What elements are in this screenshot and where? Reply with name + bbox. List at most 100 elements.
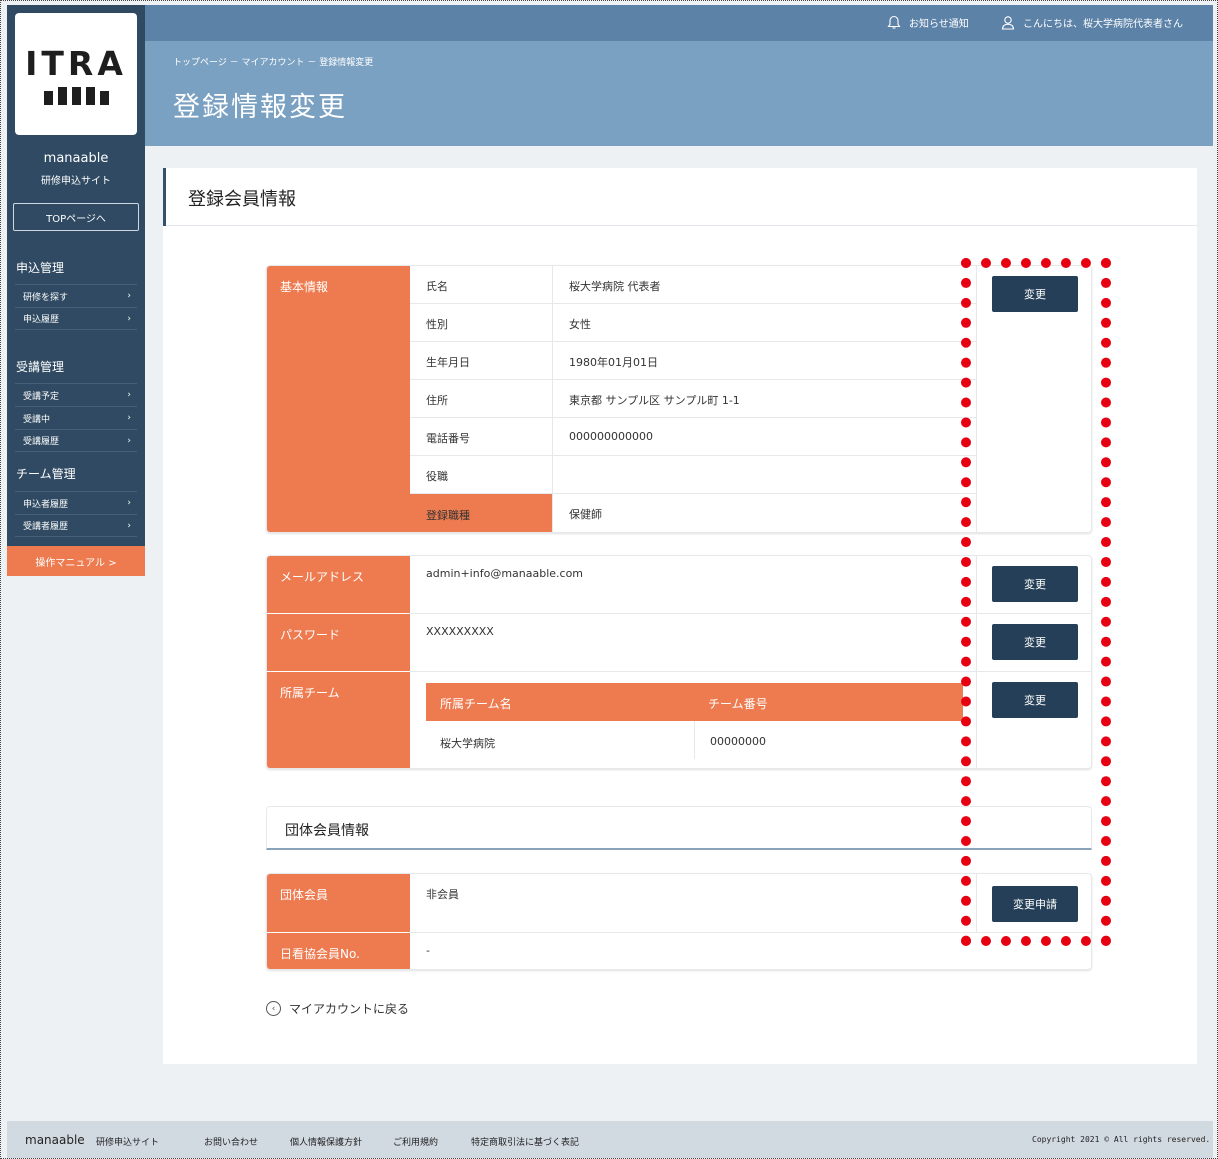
row-divider (410, 932, 1091, 933)
breadcrumb[interactable]: トップページ － マイアカウント － 登録情報変更 (173, 55, 373, 68)
top-bar: お知らせ通知 こんにちは、桜大学病院代表者さん (145, 5, 1213, 41)
info-row-gender: 性別 女性 (410, 304, 976, 342)
nav-section-team: チーム管理 (16, 467, 76, 481)
row-key: 氏名 (426, 280, 448, 293)
column-divider (976, 556, 977, 768)
change-request-button[interactable]: 変更申請 (992, 886, 1078, 922)
card-title: 登録会員情報 (188, 189, 296, 210)
user-icon (1001, 16, 1015, 30)
chevron-right-icon: › (127, 291, 131, 301)
basic-info-block: 基本情報 氏名 桜大学病院 代表者 性別 女性 生年月日 1980年01月01日 住所… (266, 265, 1092, 533)
manual-button[interactable]: 操作マニュアル > (7, 546, 145, 576)
team-number-cell: 00000000 (710, 735, 766, 748)
row-value: 1980年01月01日 (569, 356, 658, 369)
row-value: 女性 (569, 318, 591, 331)
chevron-right-icon: › (127, 313, 131, 324)
sidebar-item-label: 申込履歴 (23, 315, 60, 325)
page-header: トップページ － マイアカウント － 登録情報変更 登録情報変更 (145, 41, 1213, 146)
sidebar-item-in-progress[interactable]: 受講中 › (15, 406, 137, 429)
notification-label: お知らせ通知 (909, 19, 969, 30)
row-key: 住所 (426, 394, 448, 407)
group-info-header: 団体会員情報 (266, 806, 1092, 850)
chevron-right-icon: › (127, 413, 131, 423)
info-row-position: 役職 (410, 456, 976, 494)
sidebar-item-label: 受講履歴 (23, 437, 60, 447)
site-name: manaable (43, 151, 109, 166)
row-divider (410, 613, 1091, 614)
sidebar: ITRA manaable 研修申込サイト TOPページへ 申込管理 研修を探す… (7, 5, 145, 576)
account-info-block: メールアドレス パスワード 所属チーム admin+info@manaable.… (266, 555, 1092, 769)
row-key: 登録職種 (426, 509, 470, 522)
sidebar-item-application-history[interactable]: 申込履歴 › (15, 307, 137, 330)
main-card: 登録会員情報 基本情報 氏名 桜大学病院 代表者 性別 女性 生年月日 1980年01… (163, 168, 1197, 1064)
team-table-header-number: チーム番号 (694, 683, 963, 721)
card-header: 登録会員情報 (163, 168, 1197, 226)
footer-brand: manaable (25, 1133, 85, 1147)
sidebar-item-attendance-history[interactable]: 受講履歴 › (15, 429, 137, 452)
bell-icon (887, 15, 901, 29)
site-subtitle: 研修申込サイト (41, 176, 111, 187)
edit-team-button[interactable]: 変更 (992, 682, 1078, 718)
column-divider (976, 266, 977, 532)
title-accent-bar (163, 168, 166, 226)
edit-email-button[interactable]: 変更 (992, 566, 1078, 602)
row-key: 生年月日 (426, 356, 470, 369)
column-divider (976, 874, 977, 932)
info-row-birthdate: 生年月日 1980年01月01日 (410, 342, 976, 380)
row-divider (410, 671, 1091, 672)
nursing-member-label: 日看協会員No. (267, 933, 410, 969)
row-key: 性別 (426, 318, 448, 331)
row-value: 東京都 サンプル区 サンプル町 1-1 (569, 394, 740, 407)
sidebar-item-label: 申込者履歴 (23, 499, 69, 510)
logo-text: ITRA (25, 43, 127, 83)
user-greeting[interactable]: こんにちは、桜大学病院代表者さん (1001, 15, 1183, 30)
info-row-name: 氏名 桜大学病院 代表者 (410, 266, 976, 304)
group-member-value: 非会員 (426, 888, 459, 901)
notification-link[interactable]: お知らせ通知 (887, 15, 969, 30)
row-value: 000000000000 (569, 430, 653, 443)
chevron-right-icon: › (127, 498, 131, 508)
footer-link-terms[interactable]: ご利用規約 (393, 1135, 438, 1148)
sidebar-item-applicant-history[interactable]: 申込者履歴 › (15, 491, 137, 514)
top-page-button[interactable]: TOPページへ (13, 203, 139, 231)
email-label: メールアドレス (267, 556, 410, 613)
edit-password-button[interactable]: 変更 (992, 624, 1078, 660)
info-row-occupation: 登録職種 保健師 (410, 494, 976, 532)
chevron-right-icon: › (127, 435, 131, 446)
row-key: 役職 (426, 470, 448, 483)
footer-link-commerce[interactable]: 特定商取引法に基づく表記 (471, 1135, 579, 1148)
info-row-address: 住所 東京都 サンプル区 サンプル町 1-1 (410, 380, 976, 418)
footer-link-contact[interactable]: お問い合わせ (204, 1135, 258, 1148)
footer-brand-sub: 研修申込サイト (96, 1138, 160, 1148)
group-member-label: 団体会員 (267, 874, 410, 932)
footer: manaable 研修申込サイト お問い合わせ 個人情報保護方針 ご利用規約 特… (7, 1121, 1213, 1158)
greeting-label: こんにちは、桜大学病院代表者さん (1023, 19, 1183, 30)
back-link-label: マイアカウントに戻る (289, 1002, 410, 1016)
info-row-phone: 電話番号 000000000000 (410, 418, 976, 456)
row-value: 保健師 (569, 508, 602, 521)
sidebar-item-label: 研修を探す (23, 292, 69, 303)
team-table-header-name: 所属チーム名 (426, 683, 694, 721)
sidebar-item-search-training[interactable]: 研修を探す › (15, 284, 137, 307)
logo-bars-icon (43, 86, 109, 105)
edit-basic-info-button[interactable]: 変更 (992, 276, 1078, 312)
sidebar-item-label: 受講予定 (23, 391, 60, 402)
sidebar-item-scheduled[interactable]: 受講予定 › (15, 383, 137, 406)
copyright: Copyright 2021 © All rights reserved. (1032, 1135, 1211, 1144)
group-info-title: 団体会員情報 (285, 823, 369, 839)
chevron-right-icon: › (127, 520, 131, 531)
back-to-account-link[interactable]: ‹ マイアカウントに戻る (266, 1000, 409, 1017)
chevron-right-icon: › (127, 390, 131, 400)
group-info-block: 団体会員 日看協会員No. 非会員 - 変更申請 (266, 873, 1092, 970)
logo[interactable]: ITRA (15, 13, 137, 135)
nursing-member-value: - (426, 944, 430, 957)
email-value: admin+info@manaable.com (426, 567, 584, 580)
sidebar-item-label: 受講者履歴 (23, 522, 69, 532)
row-key: 電話番号 (426, 432, 470, 445)
footer-link-privacy[interactable]: 個人情報保護方針 (290, 1135, 362, 1148)
basic-info-label: 基本情報 (267, 266, 410, 532)
sidebar-item-attendee-history[interactable]: 受講者履歴 › (15, 514, 137, 537)
cell-divider (694, 721, 695, 759)
row-value: 桜大学病院 代表者 (569, 280, 661, 293)
password-value: XXXXXXXXX (426, 625, 494, 638)
